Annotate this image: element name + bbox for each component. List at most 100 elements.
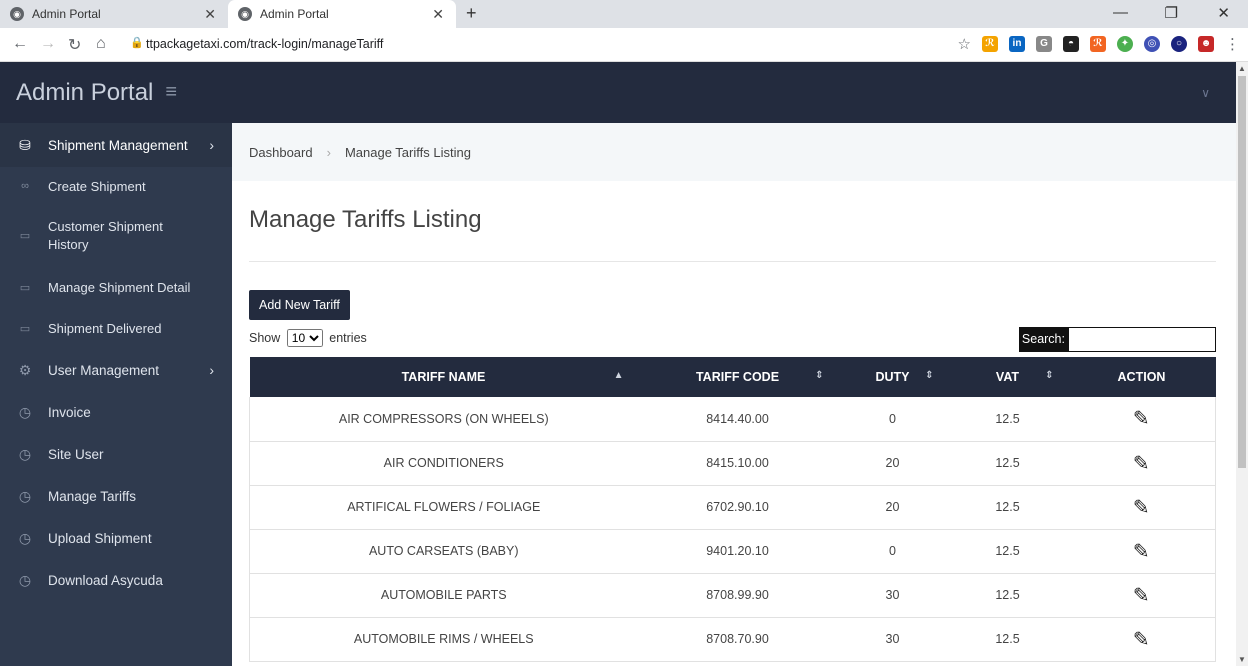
sidebar-item-label: Customer Shipment History <box>48 219 163 252</box>
maximize-button[interactable]: ❐ <box>1165 4 1178 22</box>
top-navbar: ∨ <box>232 62 1236 123</box>
sort-icon: ⇕ <box>925 370 934 381</box>
forward-icon[interactable]: → <box>40 35 56 53</box>
clock-icon: ◷ <box>18 529 32 546</box>
sidebar-item-create-shipment[interactable]: ∞ Create Shipment <box>0 167 232 205</box>
minimize-button[interactable]: — <box>1113 4 1128 21</box>
column-header-tariff-name[interactable]: TARIFF NAME ▲ <box>249 357 638 397</box>
browser-tab-2[interactable]: ◉ Admin Portal ✕ <box>228 0 456 28</box>
vat-cell: 12.5 <box>947 441 1068 486</box>
search-label: Search: <box>1018 327 1068 352</box>
browser-tab-bar: ◉ Admin Portal ✕ ◉ Admin Portal ✕ + — ❐ … <box>0 0 1248 28</box>
tariff-code-cell: 9401.20.10 <box>637 529 838 574</box>
chrome-menu-icon[interactable]: ⋮ <box>1225 35 1240 53</box>
tariff-name-cell: ARTIFICAL FLOWERS / FOLIAGE <box>249 485 638 530</box>
entries-length-control: Show 10 entries <box>249 329 367 347</box>
address-bar: ← → ↻ ⌂ 🔒 ttpackagetaxi.com/track-login/… <box>0 28 1248 62</box>
vat-cell: 12.5 <box>947 617 1068 662</box>
vat-cell: 12.5 <box>947 529 1068 574</box>
sidebar-item-download-asycuda[interactable]: ◷ Download Asycuda <box>0 559 232 601</box>
entries-select[interactable]: 10 <box>286 329 323 347</box>
lock-icon[interactable]: 🔒 <box>130 36 144 49</box>
gear-icon: ⚙ <box>18 361 32 378</box>
column-header-label: DUTY <box>875 370 910 384</box>
home-icon[interactable]: ⌂ <box>96 35 106 53</box>
column-header-tariff-code[interactable]: TARIFF CODE ⇕ <box>637 357 838 397</box>
url-field[interactable]: ttpackagetaxi.com/track-login/manageTari… <box>146 37 383 51</box>
edit-icon[interactable]: ✎ <box>1133 539 1150 564</box>
divider <box>249 261 1216 262</box>
duty-cell: 20 <box>837 441 948 486</box>
duty-cell: 0 <box>837 529 948 574</box>
hamburger-menu-icon[interactable]: ≡ <box>165 81 177 104</box>
chevron-down-icon[interactable]: ∨ <box>1201 86 1210 100</box>
sort-asc-icon: ▲ <box>613 370 624 381</box>
card-icon: ▭ <box>19 281 31 294</box>
add-new-tariff-button[interactable]: Add New Tariff <box>249 290 350 320</box>
breadcrumb-dashboard-link[interactable]: Dashboard <box>249 145 313 160</box>
sidebar-item-invoice[interactable]: ◷ Invoice <box>0 391 232 433</box>
card-icon: ▭ <box>19 322 31 335</box>
action-cell: ✎ <box>1067 397 1216 442</box>
search-input[interactable] <box>1068 327 1216 352</box>
show-label: Show <box>249 331 281 345</box>
sidebar-item-label: Manage Tariffs <box>48 488 137 504</box>
breadcrumb: Dashboard › Manage Tariffs Listing <box>232 123 1236 181</box>
feed-extension-icon[interactable]: ℛ <box>1090 36 1106 52</box>
sidebar-item-manage-tariffs[interactable]: ◷ Manage Tariffs <box>0 475 232 517</box>
page-title: Manage Tariffs Listing <box>249 206 482 233</box>
scrollbar-thumb[interactable] <box>1238 76 1246 468</box>
column-header-label: ACTION <box>1117 370 1166 384</box>
edit-icon[interactable]: ✎ <box>1133 406 1150 431</box>
duty-cell: 30 <box>837 573 948 618</box>
mask-extension-icon[interactable]: ◓ <box>1063 36 1079 52</box>
sidebar-item-label: Download Asycuda <box>48 572 163 588</box>
close-tab-icon[interactable]: ✕ <box>432 6 444 23</box>
clock-icon: ◷ <box>18 403 32 420</box>
sidebar-item-shipment-delivered[interactable]: ▭ Shipment Delivered <box>0 307 232 349</box>
close-tab-icon[interactable]: ✕ <box>204 6 216 23</box>
linkedin-icon[interactable]: in <box>1009 36 1025 52</box>
g-extension-icon[interactable]: G <box>1036 36 1052 52</box>
color-extension-icon[interactable]: ✦ <box>1117 36 1133 52</box>
sidebar-item-manage-shipment-detail[interactable]: ▭ Manage Shipment Detail <box>0 267 232 307</box>
tariff-code-cell: 8708.70.90 <box>637 617 838 662</box>
scroll-up-icon[interactable]: ▲ <box>1238 64 1246 73</box>
page-scrollbar[interactable]: ▲ ▼ <box>1236 62 1248 666</box>
column-header-duty[interactable]: DUTY ⇕ <box>837 357 948 397</box>
sidebar-item-customer-shipment-history[interactable]: ▭ Customer Shipment History <box>0 205 232 267</box>
globe-extension-icon[interactable]: ◎ <box>1144 36 1160 52</box>
browser-tab-1[interactable]: ◉ Admin Portal ✕ <box>0 0 228 28</box>
breadcrumb-current: Manage Tariffs Listing <box>344 144 471 160</box>
reload-icon[interactable]: ↻ <box>68 35 81 55</box>
sidebar-item-site-user[interactable]: ◷ Site User <box>0 433 232 475</box>
entries-label: entries <box>329 331 367 345</box>
brand-title[interactable]: Admin Portal <box>16 79 153 107</box>
edit-icon[interactable]: ✎ <box>1133 583 1150 608</box>
scroll-down-icon[interactable]: ▼ <box>1238 655 1246 664</box>
edit-icon[interactable]: ✎ <box>1133 627 1150 652</box>
close-window-button[interactable]: ✕ <box>1217 4 1230 22</box>
star-icon[interactable]: ☆ <box>958 35 971 53</box>
infinity-icon: ∞ <box>21 180 29 192</box>
new-tab-button[interactable]: + <box>466 3 477 24</box>
column-header-vat[interactable]: VAT ⇕ <box>947 357 1068 397</box>
column-header-action: ACTION <box>1067 357 1216 397</box>
tariff-code-cell: 8708.99.90 <box>637 573 838 618</box>
sidebar-item-label: Manage Shipment Detail <box>48 279 191 295</box>
rss-icon[interactable]: ℛ <box>982 36 998 52</box>
table-row: AUTOMOBILE RIMS / WHEELS 8708.70.90 30 1… <box>249 617 1216 662</box>
sidebar-item-user-management[interactable]: ⚙ User Management › <box>0 349 232 391</box>
sidebar-item-upload-shipment[interactable]: ◷ Upload Shipment <box>0 517 232 559</box>
edit-icon[interactable]: ✎ <box>1133 495 1150 520</box>
sidebar-item-label: Shipment Delivered <box>48 320 162 336</box>
column-header-label: VAT <box>995 370 1020 384</box>
edit-icon[interactable]: ✎ <box>1133 451 1150 476</box>
profile-avatar-icon[interactable]: ☻ <box>1198 36 1214 52</box>
clock-icon: ◷ <box>18 487 32 504</box>
back-icon[interactable]: ← <box>12 35 28 53</box>
sidebar-item-shipment-management[interactable]: ⛁ Shipment Management › <box>0 123 232 167</box>
tab-title: Admin Portal <box>32 7 101 21</box>
sidebar-item-label: Upload Shipment <box>48 530 152 546</box>
circle-extension-icon[interactable]: ○ <box>1171 36 1187 52</box>
